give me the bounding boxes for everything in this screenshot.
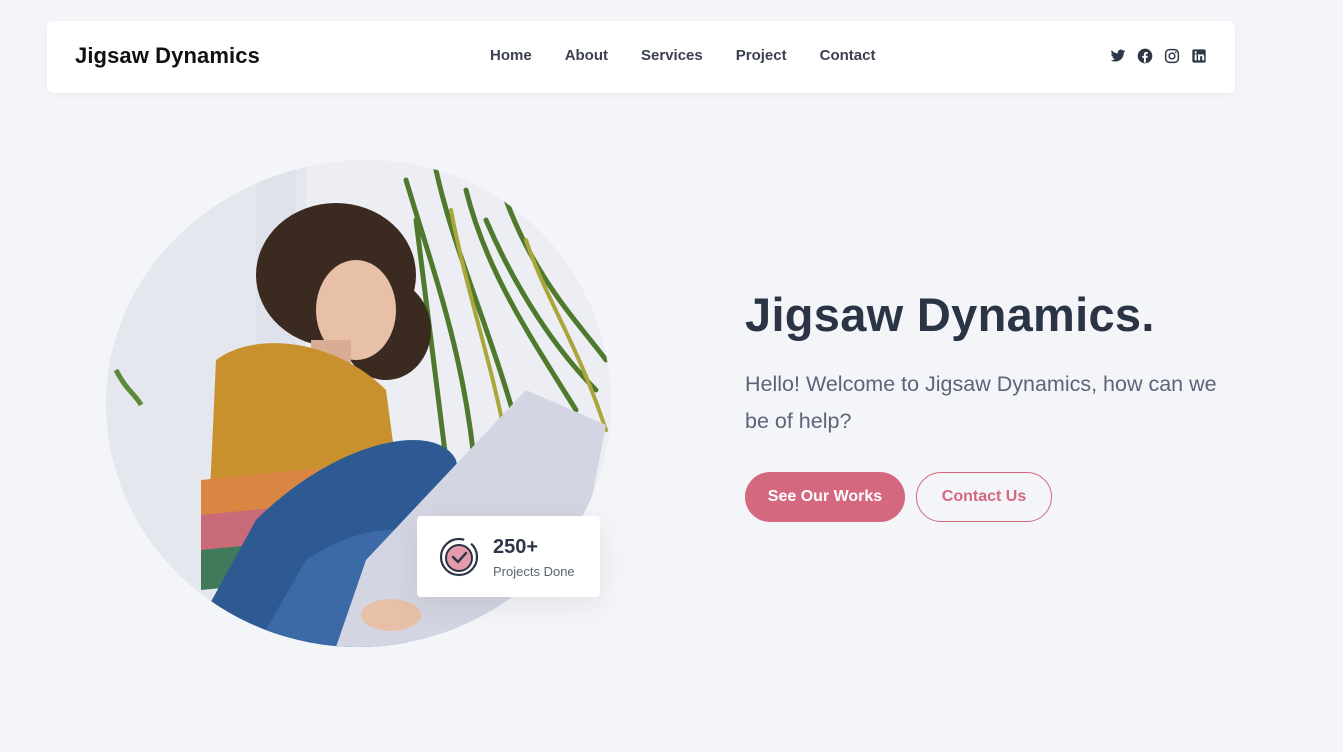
nav-link-home[interactable]: Home [490,47,532,64]
facebook-icon[interactable] [1137,48,1153,64]
projects-label: Projects Done [493,564,575,579]
contact-us-button[interactable]: Contact Us [916,472,1052,522]
see-our-works-button[interactable]: See Our Works [745,472,905,522]
clock-check-icon [439,537,479,577]
hero-title: Jigsaw Dynamics. [745,288,1155,341]
nav-link-about[interactable]: About [565,47,608,64]
projects-count: 250+ [493,536,539,558]
brand-logo[interactable]: Jigsaw Dynamics [75,43,260,69]
nav-link-project[interactable]: Project [736,47,787,64]
social-links [1110,48,1207,64]
navbar: Jigsaw Dynamics Home About Services Proj… [47,21,1235,93]
nav-link-contact[interactable]: Contact [820,47,876,64]
twitter-icon[interactable] [1110,48,1126,64]
main-nav: Home About Services Project Contact [490,47,875,64]
instagram-icon[interactable] [1164,48,1180,64]
nav-link-services[interactable]: Services [641,47,703,64]
hero-subtitle: Hello! Welcome to Jigsaw Dynamics, how c… [745,372,1217,433]
linkedin-icon[interactable] [1191,48,1207,64]
projects-stat-card: 250+ Projects Done [417,516,600,597]
